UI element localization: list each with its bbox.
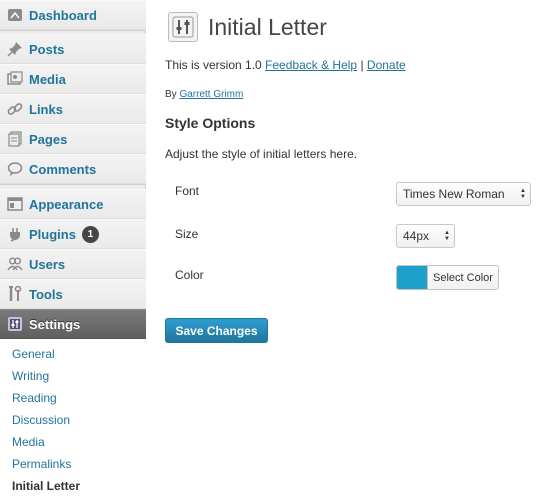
main-content: Initial Letter This is version 1.0 Feedb… xyxy=(146,0,559,502)
sidebar-item-users[interactable]: Users xyxy=(0,249,146,279)
sidebar-item-tools[interactable]: Tools xyxy=(0,279,146,309)
submenu-item-initial-letter[interactable]: Initial Letter xyxy=(12,475,80,497)
menu-separator xyxy=(0,184,146,185)
sidebar-item-plugins[interactable]: Plugins 1 xyxy=(0,219,146,249)
size-select-value: 44px xyxy=(403,229,430,243)
author-link[interactable]: Garrett Grimm xyxy=(179,89,243,100)
font-label: Font xyxy=(175,184,200,198)
version-text: This is version 1.0 xyxy=(165,58,262,72)
pages-icon xyxy=(7,131,23,147)
page-title: Initial Letter xyxy=(208,14,327,40)
users-icon xyxy=(7,256,23,272)
section-title: Style Options xyxy=(165,115,256,131)
sidebar-item-label: Plugins xyxy=(29,226,76,242)
sidebar-item-dashboard[interactable]: Dashboard xyxy=(0,0,146,30)
settings-icon xyxy=(7,316,23,332)
sidebar-item-label: Comments xyxy=(29,161,97,177)
submenu-item-permalinks[interactable]: Permalinks xyxy=(12,453,71,475)
updown-arrows-icon: ▲ ▼ xyxy=(444,230,450,242)
font-select-value: Times New Roman xyxy=(403,187,505,201)
sidebar-item-settings[interactable]: Settings xyxy=(0,309,146,339)
settings-page-icon xyxy=(168,12,198,42)
plug-icon xyxy=(7,226,23,242)
donate-link[interactable]: Donate xyxy=(367,58,406,72)
color-picker-button[interactable]: Select Color xyxy=(396,265,499,290)
sidebar-item-links[interactable]: Links xyxy=(0,94,146,124)
sidebar-item-appearance[interactable]: Appearance xyxy=(0,189,146,219)
version-line: This is version 1.0 Feedback & Help | Do… xyxy=(165,58,406,72)
admin-sidebar: Dashboard Posts Media Links Pages Commen… xyxy=(0,0,146,502)
sidebar-item-label: Appearance xyxy=(29,196,104,212)
sidebar-item-label: Posts xyxy=(29,41,65,57)
update-count-badge: 1 xyxy=(81,225,99,243)
settings-submenu: General Writing Reading Discussion Media… xyxy=(0,339,146,502)
feedback-help-link[interactable]: Feedback & Help xyxy=(265,58,357,72)
sidebar-item-media[interactable]: Media xyxy=(0,64,146,94)
by-text: By xyxy=(165,89,177,100)
submenu-item-discussion[interactable]: Discussion xyxy=(12,409,70,431)
size-label: Size xyxy=(175,227,199,241)
section-description: Adjust the style of initial letters here… xyxy=(165,147,358,161)
sidebar-item-pages[interactable]: Pages xyxy=(0,124,146,154)
submenu-item-reading[interactable]: Reading xyxy=(12,387,57,409)
sidebar-item-posts[interactable]: Posts xyxy=(0,34,146,64)
dashboard-icon xyxy=(7,7,23,23)
link-separator: | xyxy=(360,58,364,72)
pin-icon xyxy=(7,41,23,57)
select-color-label: Select Color xyxy=(427,266,498,289)
sidebar-item-label: Media xyxy=(29,71,66,87)
submenu-item-media[interactable]: Media xyxy=(12,431,45,453)
submenu-item-general[interactable]: General xyxy=(12,343,55,365)
sidebar-item-label: Dashboard xyxy=(29,7,97,23)
sidebar-item-comments[interactable]: Comments xyxy=(0,154,146,184)
link-icon xyxy=(7,101,23,117)
save-changes-button[interactable]: Save Changes xyxy=(165,318,268,343)
sidebar-item-label: Settings xyxy=(29,316,81,332)
media-icon xyxy=(7,71,23,87)
tools-icon xyxy=(7,286,23,302)
sidebar-item-label: Tools xyxy=(29,286,63,302)
menu-separator xyxy=(0,30,146,31)
color-label: Color xyxy=(175,268,204,282)
updown-arrows-icon: ▲ ▼ xyxy=(520,188,526,200)
author-line: By Garrett Grimm xyxy=(165,89,243,100)
sidebar-item-label: Links xyxy=(29,101,63,117)
submenu-item-writing[interactable]: Writing xyxy=(12,365,49,387)
sidebar-item-label: Pages xyxy=(29,131,68,147)
color-swatch xyxy=(397,266,427,289)
font-select[interactable]: Times New Roman ▲ ▼ xyxy=(396,182,531,206)
sidebar-item-label: Users xyxy=(29,256,66,272)
appearance-icon xyxy=(7,196,23,212)
size-select[interactable]: 44px ▲ ▼ xyxy=(396,224,455,248)
comment-icon xyxy=(7,161,23,177)
